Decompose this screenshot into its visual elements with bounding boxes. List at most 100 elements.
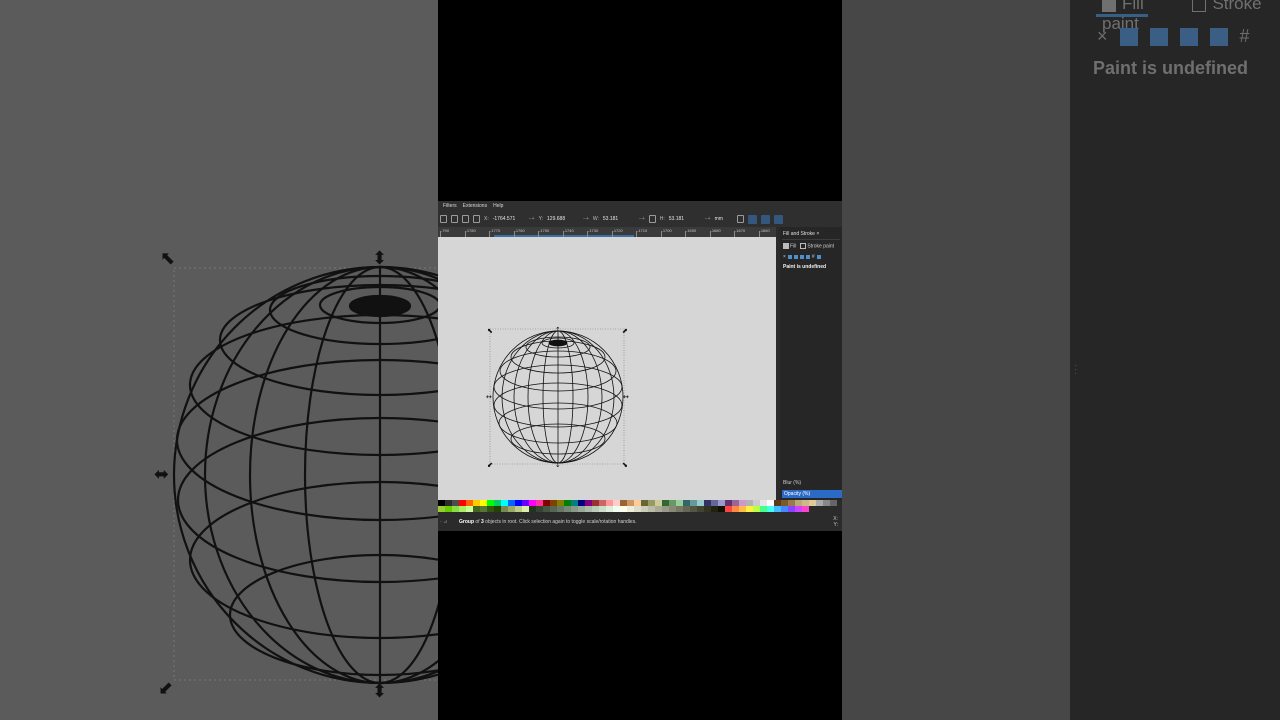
align-left-icon[interactable] <box>440 215 447 223</box>
sphere-group[interactable]: ⬉ ↕ ⬈ ↔ ↔ ⬋ ↕ ⬊ <box>438 237 776 500</box>
w-stepper[interactable]: −+ <box>639 216 645 222</box>
palette-swatch[interactable] <box>704 506 711 512</box>
palette-swatch[interactable] <box>543 506 550 512</box>
move-patterns-icon[interactable] <box>773 214 783 224</box>
palette-swatch[interactable] <box>452 506 459 512</box>
x-label: X: <box>484 216 489 222</box>
palette-swatch[interactable] <box>459 506 466 512</box>
palette-swatch[interactable] <box>683 506 690 512</box>
tab-fill[interactable]: Fill <box>783 243 796 249</box>
palette-swatch[interactable] <box>592 506 599 512</box>
palette-swatch[interactable] <box>613 506 620 512</box>
panel-tab[interactable]: Fill and Stroke × <box>783 231 819 237</box>
ruler-tick-label: -1730 <box>588 228 599 233</box>
palette-swatch[interactable] <box>697 506 704 512</box>
y-stepper[interactable]: −+ <box>583 216 589 222</box>
palette-swatch[interactable] <box>767 506 774 512</box>
fill-icon <box>783 243 789 249</box>
palette-swatch[interactable] <box>669 506 676 512</box>
palette-swatch[interactable] <box>466 506 473 512</box>
layer-indicator-icon[interactable]: ◦ ⊿ <box>440 519 447 525</box>
x-input[interactable]: -1764.571 <box>493 216 525 222</box>
horizontal-ruler[interactable]: -790 -1780 -1770 -1760 -1750 -1740 -1730 -1720 -… <box>438 227 776 237</box>
palette-swatch[interactable] <box>550 506 557 512</box>
palette-swatch[interactable] <box>438 506 445 512</box>
palette-swatch[interactable] <box>718 506 725 512</box>
palette-swatch[interactable] <box>578 506 585 512</box>
tab-stroke-paint[interactable]: Stroke paint <box>800 243 834 249</box>
palette-swatch[interactable] <box>501 506 508 512</box>
palette-swatch[interactable] <box>830 500 837 506</box>
menu-help[interactable]: Help <box>493 203 503 209</box>
palette-swatch[interactable] <box>746 506 753 512</box>
palette-swatch[interactable] <box>816 500 823 506</box>
palette-swatch[interactable] <box>809 500 816 506</box>
fill-square-icon <box>1102 0 1116 12</box>
menu-filters[interactable]: Filters <box>443 203 457 209</box>
palette-swatch[interactable] <box>760 506 767 512</box>
align-center-icon[interactable] <box>451 215 458 223</box>
ruler-tick-label: -1680 <box>710 228 721 233</box>
palette-swatch[interactable] <box>739 506 746 512</box>
palette-swatch[interactable] <box>473 506 480 512</box>
palette-swatch[interactable] <box>508 506 515 512</box>
radial-gradient-button[interactable] <box>799 255 804 259</box>
palette-swatch[interactable] <box>571 506 578 512</box>
panel-close-icon[interactable]: × <box>816 231 819 237</box>
palette-swatch[interactable] <box>494 506 501 512</box>
palette-swatch[interactable] <box>522 506 529 512</box>
palette-swatch[interactable] <box>823 500 830 506</box>
swatch-button[interactable] <box>816 255 821 259</box>
h-stepper[interactable]: −+ <box>705 216 711 222</box>
palette-swatch[interactable] <box>802 506 809 512</box>
palette-swatch[interactable] <box>725 506 732 512</box>
palette-swatch[interactable] <box>774 506 781 512</box>
palette-swatch[interactable] <box>480 506 487 512</box>
palette-swatch[interactable] <box>627 506 634 512</box>
palette-swatch[interactable] <box>536 506 543 512</box>
y-input[interactable]: 129.688 <box>547 216 579 222</box>
palette-swatch[interactable] <box>641 506 648 512</box>
align-right-icon[interactable] <box>462 215 469 223</box>
palette-swatch[interactable] <box>788 506 795 512</box>
palette-swatch[interactable] <box>655 506 662 512</box>
palette-swatch[interactable] <box>620 506 627 512</box>
palette-swatch[interactable] <box>662 506 669 512</box>
align-bottom-icon[interactable] <box>473 215 480 223</box>
scale-corners-icon[interactable] <box>747 214 757 224</box>
palette-swatch[interactable] <box>564 506 571 512</box>
palette-swatch[interactable] <box>529 506 536 512</box>
palette-swatch[interactable] <box>599 506 606 512</box>
pattern-button-icon[interactable]: # <box>812 254 815 260</box>
svg-text:⬍: ⬍ <box>372 248 387 268</box>
palette-swatch[interactable] <box>557 506 564 512</box>
palette-swatch[interactable] <box>795 506 802 512</box>
mesh-gradient-button[interactable] <box>805 255 810 259</box>
move-gradients-icon[interactable] <box>760 214 770 224</box>
palette-swatch[interactable] <box>445 506 452 512</box>
palette-swatch[interactable] <box>515 506 522 512</box>
lock-icon[interactable] <box>648 215 656 223</box>
opacity-label[interactable]: Opacity (%) <box>782 490 842 498</box>
drawing-canvas[interactable]: ⬉ ↕ ⬈ ↔ ↔ ⬋ ↕ ⬊ <box>438 237 776 500</box>
x-stepper[interactable]: −+ <box>529 216 535 222</box>
palette-swatch[interactable] <box>711 506 718 512</box>
palette-swatch[interactable] <box>585 506 592 512</box>
menu-extensions[interactable]: Extensions <box>463 203 487 209</box>
palette-swatch[interactable] <box>690 506 697 512</box>
scale-stroke-icon[interactable] <box>736 215 744 223</box>
palette-swatch[interactable] <box>676 506 683 512</box>
unit-select[interactable]: mm <box>715 216 733 222</box>
palette-swatch[interactable] <box>487 506 494 512</box>
palette-swatch[interactable] <box>781 506 788 512</box>
palette-swatch[interactable] <box>648 506 655 512</box>
w-input[interactable]: 53.181 <box>603 216 635 222</box>
flat-color-button[interactable] <box>787 255 792 259</box>
palette-swatch[interactable] <box>606 506 613 512</box>
palette-swatch[interactable] <box>634 506 641 512</box>
no-paint-icon[interactable]: × <box>783 254 786 260</box>
linear-gradient-button[interactable] <box>793 255 798 259</box>
palette-swatch[interactable] <box>753 506 760 512</box>
palette-swatch[interactable] <box>732 506 739 512</box>
h-input[interactable]: 53.181 <box>669 216 701 222</box>
